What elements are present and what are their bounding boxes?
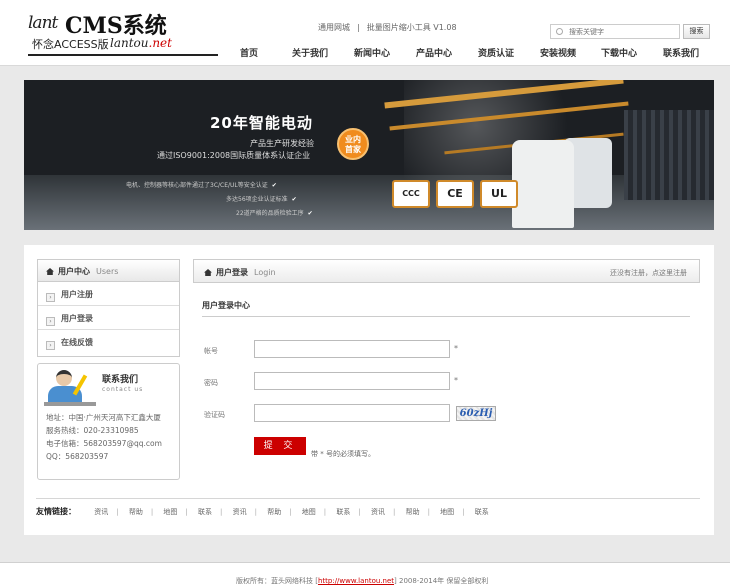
contact-box: 联系我们 contact us 地址：中国·广州天河高下汇鑫大厦 服务热线：02… [37,363,180,480]
username-field[interactable] [254,340,450,358]
home-icon [46,268,54,275]
arrow-right-icon: › [46,341,55,350]
login-title: 用户登录 Login [204,267,276,278]
arrow-right-icon: › [46,293,55,302]
password-field[interactable] [254,372,450,390]
hero-banner[interactable]: 20年智能电动 产品生产研发经验 通过ISO9001:2008国际质量体系认证企… [24,80,714,230]
section-divider [202,316,690,317]
friend-link[interactable]: 地图 [163,508,177,516]
logo-edition: 怀念ACCESS版 [32,38,109,51]
top-links: 通用网城 | 批量图片缩小工具 V1.08 [318,22,457,33]
contact-email: 电子信箱：568203597@qq.com [46,439,162,448]
sidebar-item-register[interactable]: › 用户注册 [38,282,179,306]
search-button[interactable]: 搜索 [683,24,710,39]
friend-link[interactable]: 帮助 [267,508,281,516]
nav-install-video[interactable]: 安装视频 [540,46,576,59]
captcha-field[interactable] [254,404,450,422]
user-center-menu: 用户中心 Users › 用户注册 › 用户登录 › 在线反馈 [37,259,180,357]
arrow-right-icon: › [46,317,55,326]
links-divider [36,498,700,499]
friend-link[interactable]: 资讯 [94,508,108,516]
contact-person-icon [44,366,96,406]
required-note: 带 * 号的必须填写。 [311,450,375,458]
contact-title-en: contact us [102,386,144,393]
logo-domain: lantou.net [110,36,172,50]
username-label: 帐号 [204,347,218,355]
contact-address: 地址：中国·广州天河高下汇鑫大厦 [46,413,161,422]
search-input[interactable] [569,26,677,37]
nav-certification[interactable]: 资质认证 [478,46,514,59]
footer-url-link[interactable]: http://www.lantou.net [318,577,394,585]
login-header: 用户登录 Login 还没有注册，点这里注册 [193,259,700,283]
check-icon: ✔ [307,210,313,217]
site-header: lant CMS系统 怀念ACCESS版 lantou.net 通用网城 | 批量图… [0,0,730,66]
user-center-header: 用户中心 Users [38,260,179,282]
nav-about[interactable]: 关于我们 [292,46,328,59]
copyright: 版权所有：蓝头网络科技 [http://www.lantou.net] 2008… [236,577,489,585]
friend-link[interactable]: 资讯 [233,508,247,516]
search-box [550,24,680,39]
required-star: * [454,376,458,385]
friend-link[interactable]: 帮助 [406,508,420,516]
friend-link[interactable]: 帮助 [129,508,143,516]
top-link-separator: | [357,23,360,32]
captcha-image[interactable]: 60zHj [456,406,496,421]
contact-qq: QQ：568203597 [46,452,109,461]
friend-links: 友情链接： 资讯 | 帮助 | 地图 | 联系 | 资讯 | 帮助 | 地图 | 联系 | 资讯… [36,507,489,516]
nav-home[interactable]: 首页 [240,46,258,59]
ce-cert-icon: CE [436,180,474,208]
password-label: 密码 [204,379,218,387]
register-link[interactable]: 还没有注册，点这里注册 [610,268,687,278]
banner-point: 多达56项企业认证标准 ✔ [226,196,297,203]
banner-shirt [512,140,574,228]
check-icon: ✔ [271,182,277,189]
check-icon: ✔ [291,196,297,203]
banner-badge: 业内 首家 [337,128,369,160]
search-icon [556,28,563,35]
banner-title: 20年智能电动 [210,114,313,132]
friend-links-label: 友情链接： [36,507,76,516]
sidebar-item-login[interactable]: › 用户登录 [38,306,179,330]
site-logo[interactable]: lant CMS系统 怀念ACCESS版 lantou.net [28,10,218,56]
site-footer: 版权所有：蓝头网络科技 [http://www.lantou.net] 2008… [0,562,730,588]
banner-city-lights [624,110,714,200]
banner-point: 电机、控制器等核心部件通过了3C/CE/UL等安全认证 ✔ [126,182,277,189]
nav-downloads[interactable]: 下载中心 [601,46,637,59]
friend-link[interactable]: 联系 [475,508,489,516]
content-panel: 用户中心 Users › 用户注册 › 用户登录 › 在线反馈 联系我们 contact… [24,245,714,535]
nav-products[interactable]: 产品中心 [416,46,452,59]
contact-hotline: 服务热线：020-23310985 [46,426,139,435]
ul-cert-icon: UL [480,180,518,208]
friend-link[interactable]: 地图 [302,508,316,516]
banner-subtitle-1: 产品生产研发经验 [250,139,314,148]
banner-subtitle-2: 通过ISO9001:2008国际质量体系认证企业 [157,151,311,160]
logo-script: lant [28,13,58,33]
banner-point: 22道严格的品质检验工序 ✔ [236,210,313,217]
home-icon [204,269,212,276]
friend-link[interactable]: 联系 [198,508,212,516]
ccc-cert-icon: CCC [392,180,430,208]
top-link-portal[interactable]: 通用网城 [318,23,350,32]
friend-link[interactable]: 资讯 [371,508,385,516]
captcha-label: 验证码 [204,411,225,419]
sidebar-item-feedback[interactable]: › 在线反馈 [38,330,179,354]
nav-news[interactable]: 新闻中心 [354,46,390,59]
submit-button[interactable]: 提 交 [254,437,306,455]
contact-title: 联系我们 [102,375,139,385]
friend-link[interactable]: 联系 [336,508,350,516]
nav-contact[interactable]: 联系我们 [663,46,699,59]
friend-link[interactable]: 地图 [440,508,454,516]
required-star: * [454,344,458,353]
top-link-image-tool[interactable]: 批量图片缩小工具 V1.08 [367,23,457,32]
logo-underline [28,54,218,56]
section-title: 用户登录中心 [202,301,250,310]
